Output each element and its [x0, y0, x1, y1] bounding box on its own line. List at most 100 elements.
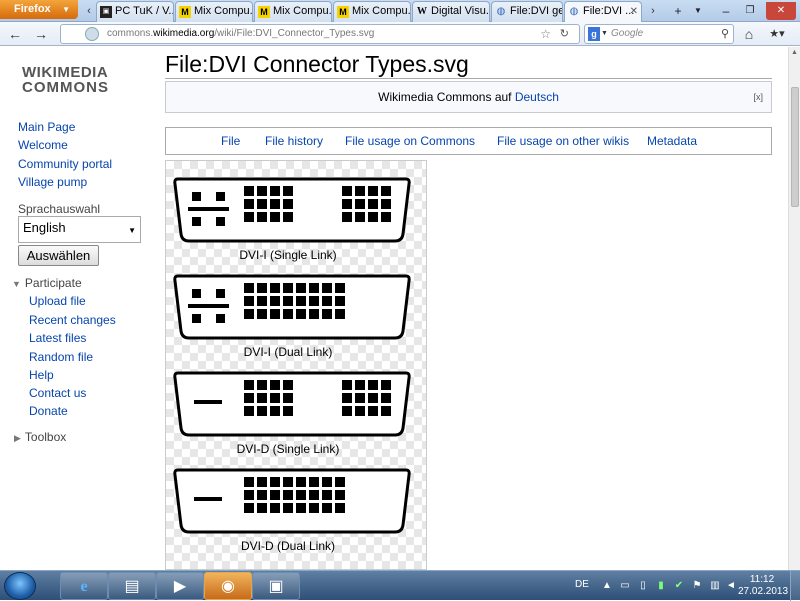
sidebar-item-village-pump[interactable]: Village pump	[18, 175, 87, 189]
window-close-icon[interactable]: ✕	[766, 2, 796, 20]
start-button[interactable]	[4, 572, 36, 600]
system-clock[interactable]: 11:12 27.02.2013	[738, 574, 788, 598]
tray-flag-icon[interactable]: ⚑	[691, 580, 703, 592]
analog-pin	[216, 289, 225, 298]
ground-blade	[194, 400, 222, 404]
sidebar-item-main-page[interactable]: Main Page	[18, 120, 75, 134]
toolbox-section-toggle[interactable]: ▶ Toolbox	[14, 430, 66, 444]
file-explorer-icon[interactable]: ▤	[108, 572, 156, 600]
file-nav-history[interactable]: File history	[265, 134, 323, 148]
navigation-bar: ← → commons.wikimedia.org/wiki/File:DVI_…	[0, 22, 800, 46]
tab-list-icon[interactable]: ▼	[690, 2, 706, 20]
tab-digital-visual[interactable]: W Digital Visu...	[412, 1, 490, 22]
language-select[interactable]: English ▼	[18, 216, 141, 243]
google-engine-icon[interactable]: g	[588, 27, 600, 41]
tray-network-icon[interactable]: ▥	[709, 580, 721, 592]
tab-mix-2[interactable]: M Mix Compu...	[254, 1, 332, 22]
connector-pin	[283, 490, 293, 500]
file-nav-usage-other-wikis[interactable]: File usage on other wikis	[497, 134, 629, 148]
search-icon[interactable]: ⚲	[721, 25, 729, 43]
sidebar-item-donate[interactable]: Donate	[29, 404, 68, 418]
maximize-icon[interactable]: ❐	[742, 2, 758, 20]
sidebar-item-contact-us[interactable]: Contact us	[29, 386, 86, 400]
monitor-app-icon[interactable]: ▣	[252, 572, 300, 600]
site-identity-icon[interactable]	[85, 27, 99, 41]
tray-device-icon[interactable]: ▯	[637, 580, 649, 592]
tray-battery-icon[interactable]: ▮	[655, 580, 667, 592]
connector-pin	[257, 393, 267, 403]
dismiss-notice-button[interactable]: [x]	[753, 82, 763, 112]
media-player-icon[interactable]: ▶	[156, 572, 204, 600]
connector-pin	[296, 309, 306, 319]
tab-dvi-german[interactable]: ◍File:DVI ger...	[491, 1, 563, 22]
tray-check-icon[interactable]: ✔	[673, 580, 685, 592]
connector-pin	[244, 212, 254, 222]
page-scrollbar[interactable]: ▲	[788, 47, 800, 570]
sidebar-item-recent-changes[interactable]: Recent changes	[29, 313, 116, 327]
connector-pin	[335, 477, 345, 487]
wikipedia-favicon-icon: W	[417, 6, 427, 17]
tray-volume-icon[interactable]: ◄	[725, 580, 737, 592]
connector-pin	[342, 393, 352, 403]
connector-pin	[270, 283, 280, 293]
connector-pin	[283, 283, 293, 293]
language-notice-link[interactable]: Deutsch	[515, 90, 559, 104]
file-nav-usage-commons[interactable]: File usage on Commons	[345, 134, 475, 148]
sidebar-item-help[interactable]: Help	[29, 368, 54, 382]
tab-dvi-active[interactable]: ◍ File:DVI ... ✕	[564, 1, 642, 22]
mix-favicon-icon: M	[179, 6, 191, 18]
connector-pin	[257, 490, 267, 500]
tray-expand-icon[interactable]: ▲	[601, 580, 613, 592]
forward-icon[interactable]: →	[32, 25, 50, 43]
close-tab-icon[interactable]: ✕	[630, 2, 638, 21]
sidebar-item-welcome[interactable]: Welcome	[18, 138, 68, 152]
back-icon[interactable]: ←	[6, 25, 24, 43]
connector-pin	[355, 380, 365, 390]
tray-app-icon[interactable]: ▭	[619, 580, 631, 592]
language-submit-button[interactable]: Auswählen	[18, 245, 99, 266]
sidebar-item-latest-files[interactable]: Latest files	[29, 331, 86, 345]
new-tab-icon[interactable]: +	[670, 2, 686, 20]
tab-scroll-left-icon[interactable]: ‹	[82, 2, 96, 20]
firefox-menu-button[interactable]: Firefox ▼	[0, 0, 78, 19]
tab-mix-3[interactable]: M Mix Compu...	[333, 1, 411, 22]
file-preview-image[interactable]: DVI-I (Single Link) DVI-I (Dual Link) DVI-…	[165, 160, 427, 570]
sidebar-item-upload-file[interactable]: Upload file	[29, 294, 86, 308]
tab-scroll-right-icon[interactable]: ›	[646, 2, 660, 20]
connector-pin	[322, 503, 332, 513]
scroll-up-icon[interactable]: ▲	[791, 49, 798, 56]
home-icon[interactable]: ⌂	[740, 25, 758, 43]
wikimedia-commons-logo[interactable]: WIKIMEDIA COMMONS	[22, 65, 109, 95]
connector-pin	[257, 309, 267, 319]
participate-section-toggle[interactable]: ▼ Participate	[12, 276, 82, 290]
firefox-taskbar-icon[interactable]: ◉	[204, 572, 252, 600]
browser-window: Firefox ▼ ‹ ▣ PC TuK / V... M Mix Compu... …	[0, 0, 800, 570]
url-bar[interactable]: commons.wikimedia.org/wiki/File:DVI_Conn…	[60, 24, 580, 44]
file-nav-file[interactable]: File	[221, 134, 240, 148]
connector-pin	[283, 406, 293, 416]
connector-pin	[342, 380, 352, 390]
bookmarks-menu-icon[interactable]: ★▾	[768, 25, 786, 43]
tab-mix-1[interactable]: M Mix Compu...	[175, 1, 253, 22]
sidebar-item-community-portal[interactable]: Community portal	[18, 157, 112, 171]
minimize-icon[interactable]: –	[718, 2, 734, 20]
internet-explorer-icon[interactable]: e	[60, 572, 108, 600]
analog-pin	[216, 192, 225, 201]
bookmark-star-icon[interactable]: ☆	[540, 25, 551, 43]
sidebar-item-random-file[interactable]: Random file	[29, 350, 93, 364]
search-bar[interactable]: g ▼ Google ⚲	[584, 24, 734, 44]
show-desktop-button[interactable]	[790, 571, 800, 601]
file-nav-metadata[interactable]: Metadata	[647, 134, 697, 148]
analog-pin	[192, 289, 201, 298]
scroll-thumb[interactable]	[791, 87, 799, 207]
connector-pin	[381, 406, 391, 416]
reload-icon[interactable]: ↻	[560, 25, 569, 43]
connector-pin	[257, 380, 267, 390]
connector-pin	[283, 477, 293, 487]
tab-pctuk[interactable]: ▣ PC TuK / V...	[96, 1, 174, 22]
dvi-connector-diagram: DVI-I (Single Link) DVI-I (Dual Link) DVI-…	[173, 177, 411, 553]
connector-pin	[335, 296, 345, 306]
connector-pin	[335, 283, 345, 293]
connector-pin	[335, 309, 345, 319]
input-language-indicator[interactable]: DE	[575, 579, 589, 590]
